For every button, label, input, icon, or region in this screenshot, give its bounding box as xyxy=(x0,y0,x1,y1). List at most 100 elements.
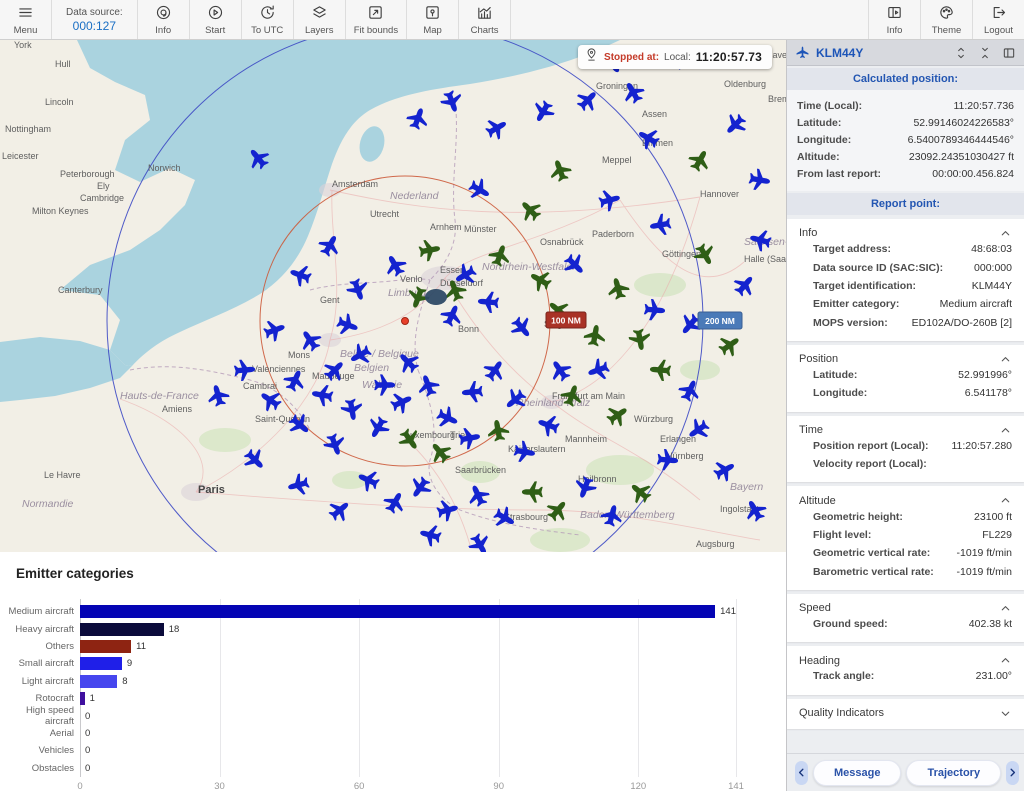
aircraft-marker[interactable] xyxy=(374,374,395,395)
chart-bar[interactable] xyxy=(80,657,122,670)
unfold-more-icon xyxy=(954,46,968,60)
chart-value-label: 9 xyxy=(127,658,132,669)
section-header-altitude[interactable]: Altitude xyxy=(799,494,1012,507)
detail-label: From last report: xyxy=(797,168,881,180)
local-clock-label: Local: xyxy=(664,52,691,63)
aircraft-marker[interactable] xyxy=(465,530,494,552)
chart-bar[interactable] xyxy=(80,623,164,636)
aircraft-marker[interactable] xyxy=(418,522,444,548)
aircraft-marker[interactable] xyxy=(676,376,704,404)
aircraft-marker[interactable] xyxy=(720,110,750,140)
aircraft-marker[interactable] xyxy=(529,97,558,126)
aircraft-marker[interactable] xyxy=(477,291,500,314)
message-button[interactable]: Message xyxy=(813,760,901,786)
aircraft-marker[interactable] xyxy=(425,437,455,467)
aircraft-marker[interactable] xyxy=(340,398,365,422)
aircraft-marker[interactable] xyxy=(461,380,484,403)
trajectory-button[interactable]: Trajectory xyxy=(906,760,1001,786)
info-button[interactable]: Info xyxy=(138,0,190,39)
chart-category-label: Obstacles xyxy=(0,763,74,774)
data-source-value: 000:127 xyxy=(73,19,116,33)
map-view[interactable]: YorkHullLincolnNottinghamLeicesterPeterb… xyxy=(0,40,786,552)
map-button[interactable]: Map xyxy=(407,0,459,39)
aircraft-marker[interactable] xyxy=(482,114,511,143)
aircraft-marker[interactable] xyxy=(649,359,672,382)
stopped-at-time: 11:20:57.73 xyxy=(696,50,762,64)
next-target-button[interactable] xyxy=(1006,761,1019,785)
section-header-position[interactable]: Position xyxy=(799,353,1012,366)
to-utc-button[interactable]: To UTC xyxy=(242,0,294,39)
aircraft-marker[interactable] xyxy=(344,276,371,303)
aircraft-marker[interactable] xyxy=(325,495,355,525)
section-header-speed[interactable]: Speed xyxy=(799,602,1012,615)
selected-aircraft-marker[interactable] xyxy=(425,289,447,305)
section-header-quality-indicators[interactable]: Quality Indicators xyxy=(799,707,1012,720)
aircraft-marker[interactable] xyxy=(205,383,231,409)
aircraft-marker[interactable] xyxy=(286,472,312,498)
aircraft-marker[interactable] xyxy=(535,412,562,439)
aircraft-marker[interactable] xyxy=(240,445,270,475)
aircraft-marker[interactable] xyxy=(321,431,348,458)
aircraft-marker[interactable] xyxy=(628,328,653,352)
aircraft-marker[interactable] xyxy=(465,175,494,204)
section-header-time[interactable]: Time xyxy=(799,424,1012,437)
aircraft-marker[interactable] xyxy=(233,359,256,382)
aircraft-marker[interactable] xyxy=(515,195,545,225)
aircraft-marker[interactable] xyxy=(418,238,442,263)
aircraft-marker[interactable] xyxy=(434,404,462,432)
aircraft-marker[interactable] xyxy=(685,146,714,175)
theme-button[interactable]: Theme xyxy=(920,0,972,39)
detail-value: 11:20:57.280 xyxy=(951,440,1012,452)
section-header-info[interactable]: Info xyxy=(799,227,1012,240)
aircraft-marker[interactable] xyxy=(547,157,574,184)
aircraft-marker[interactable] xyxy=(480,356,509,385)
aircraft-marker[interactable] xyxy=(464,481,492,509)
aircraft-marker[interactable] xyxy=(715,331,744,360)
aircraft-marker[interactable] xyxy=(605,276,631,302)
aircraft-marker[interactable] xyxy=(415,372,442,399)
chart-x-axis: 0306090120141 xyxy=(80,781,736,791)
chart-bar[interactable] xyxy=(80,692,85,705)
emitter-bar-chart: Medium aircraft141Heavy aircraft18Others… xyxy=(80,603,736,777)
map-place-label: Hull xyxy=(55,59,71,69)
aircraft-marker[interactable] xyxy=(730,270,760,300)
charts-button[interactable]: Charts xyxy=(459,0,511,39)
aircraft-marker[interactable] xyxy=(603,401,632,430)
menu-button[interactable]: Menu xyxy=(0,0,52,39)
layers-button[interactable]: Layers xyxy=(294,0,346,39)
panel-info-button[interactable]: Info xyxy=(868,0,920,39)
map-place-label: Cambridge xyxy=(80,193,124,203)
aircraft-marker[interactable] xyxy=(546,356,575,385)
aircraft-marker[interactable] xyxy=(507,313,537,343)
aircraft-marker[interactable] xyxy=(261,317,288,344)
section-header-heading[interactable]: Heading xyxy=(799,654,1012,667)
aircraft-marker[interactable] xyxy=(435,497,461,523)
aircraft-marker[interactable] xyxy=(404,105,431,132)
aircraft-marker[interactable] xyxy=(438,88,465,115)
aircraft-marker[interactable] xyxy=(364,413,393,442)
aircraft-marker[interactable] xyxy=(522,481,543,502)
previous-target-button[interactable] xyxy=(795,761,808,785)
aircraft-marker[interactable] xyxy=(388,388,416,416)
aircraft-marker[interactable] xyxy=(310,383,334,408)
aircraft-marker[interactable] xyxy=(648,213,672,238)
collapse-all-button[interactable] xyxy=(976,44,994,62)
fit-bounds-button[interactable]: Fit bounds xyxy=(346,0,407,39)
chart-bar[interactable] xyxy=(80,675,117,688)
start-button[interactable]: Start xyxy=(190,0,242,39)
chart-bar[interactable] xyxy=(80,640,131,653)
chart-value-label: 0 xyxy=(85,763,90,774)
svg-text:100 NM: 100 NM xyxy=(551,316,581,326)
chart-bar[interactable] xyxy=(80,605,715,618)
aircraft-marker[interactable] xyxy=(643,298,666,321)
aircraft-marker[interactable] xyxy=(315,231,344,260)
section-title: Speed xyxy=(799,602,831,614)
expand-all-button[interactable] xyxy=(952,44,970,62)
logout-button[interactable]: Logout xyxy=(972,0,1024,39)
aircraft-marker[interactable] xyxy=(380,488,409,517)
aircraft-marker[interactable] xyxy=(406,473,435,502)
close-panel-button[interactable] xyxy=(1000,44,1018,62)
svg-text:200 NM: 200 NM xyxy=(705,316,735,326)
aircraft-marker[interactable] xyxy=(748,168,772,193)
chart-x-tick: 0 xyxy=(77,781,82,791)
